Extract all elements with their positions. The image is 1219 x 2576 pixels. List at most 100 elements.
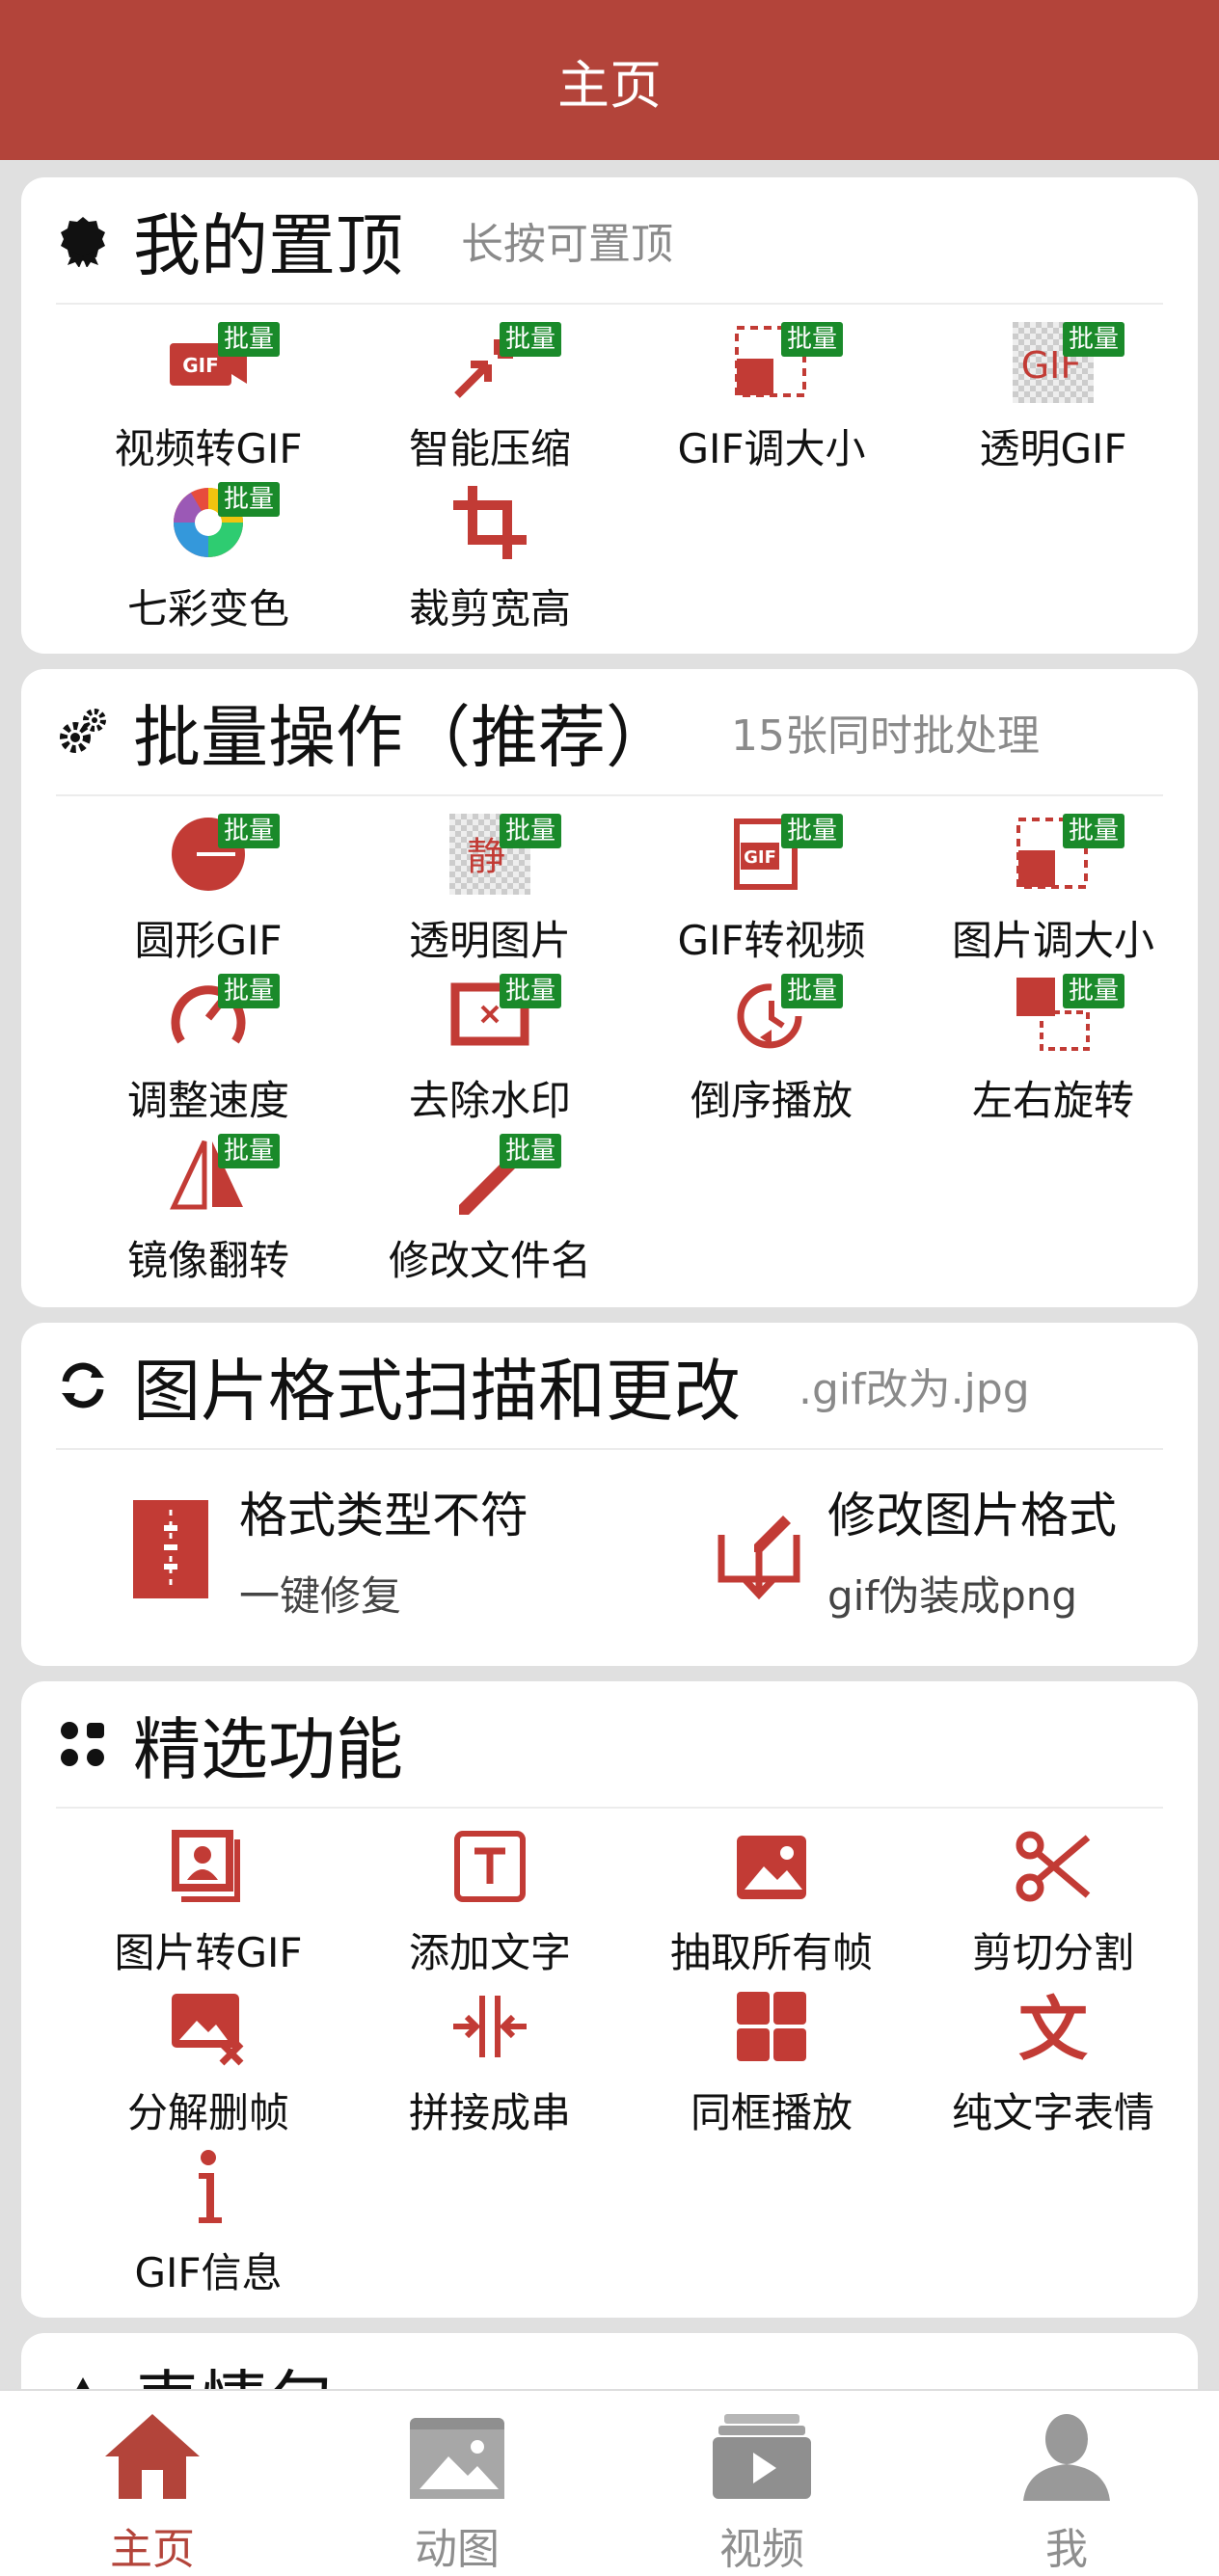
- tile-rename[interactable]: 批量 修改文件名: [349, 1132, 631, 1292]
- tile-extract-frames[interactable]: 抽取所有帧: [631, 1824, 912, 1984]
- bottom-nav: 主页 动图 视频 我: [0, 2389, 1219, 2576]
- image-delete-icon: [172, 1994, 244, 2066]
- tile-label: 添加文字: [408, 1929, 571, 1976]
- nav-videos[interactable]: 视频: [610, 2391, 914, 2576]
- modify-format-item[interactable]: 修改图片格式 gif伪装成png: [610, 1477, 1198, 1623]
- tile-add-text[interactable]: 添加文字: [349, 1824, 631, 1984]
- main-content[interactable]: 我的置顶 长按可置顶 GIF 批量 视频转GIF 批量 智能压缩 批量 GIF调大…: [0, 160, 1219, 2389]
- tile-label: 拼接成串: [408, 2089, 571, 2136]
- batch-badge: 批量: [781, 322, 844, 357]
- section-title: 我的置顶: [133, 205, 403, 285]
- svg-text:GIF: GIF: [182, 354, 219, 377]
- format-header: 图片格式扫描和更改 .gif改为.jpg: [56, 1323, 1163, 1450]
- section-subtitle: 长按可置顶: [461, 220, 673, 269]
- format-mismatch-item[interactable]: 格式类型不符 一键修复: [21, 1477, 610, 1623]
- top-app-bar: 主页: [0, 0, 1219, 160]
- tile-gif-info[interactable]: GIF信息: [68, 2144, 349, 2304]
- tile-label: 图片调大小: [951, 917, 1154, 964]
- tile-gif-to-video[interactable]: GIF 批量 GIF转视频: [631, 812, 912, 972]
- featured-header: 精选功能: [56, 1681, 1163, 1809]
- tile-mirror-flip[interactable]: 批量 镜像翻转: [68, 1132, 349, 1292]
- tile-label: GIF调大小: [677, 425, 866, 472]
- tile-video-to-gif[interactable]: GIF 批量 视频转GIF: [68, 320, 349, 480]
- pinned-grid: GIF 批量 视频转GIF 批量 智能压缩 批量 GIF调大小 GIF 批量 透明G…: [21, 320, 1198, 640]
- format-card: 图片格式扫描和更改 .gif改为.jpg 格式类型不符 一键修复 修改图片格式 …: [21, 1323, 1198, 1666]
- format-row: 格式类型不符 一键修复 修改图片格式 gif伪装成png: [21, 1477, 1198, 1623]
- zip-file-icon: [133, 1500, 208, 1598]
- batch-badge: 批量: [500, 974, 562, 1008]
- tile-transparent-image[interactable]: 静批量 透明图片: [349, 812, 631, 972]
- tile-compress[interactable]: 批量 智能压缩: [349, 320, 631, 480]
- tile-side-by-side[interactable]: 同框播放: [631, 1984, 912, 2144]
- tile-gif-resize[interactable]: 批量 GIF调大小: [631, 320, 912, 480]
- tile-text-emoji[interactable]: 文 纯文字表情: [912, 1984, 1194, 2144]
- batch-badge: 批量: [218, 482, 281, 517]
- tile-label: 纯文字表情: [951, 2089, 1154, 2136]
- batch-badge: 批量: [500, 322, 562, 357]
- refresh-icon: [56, 1358, 110, 1412]
- scissors-icon: [1016, 1831, 1091, 1902]
- batch-badge: 批量: [500, 814, 562, 848]
- video-folder-icon: [713, 2414, 811, 2499]
- tile-image-resize[interactable]: 批量 图片调大小: [912, 812, 1194, 972]
- format-item-title: 修改图片格式: [827, 1488, 1117, 1543]
- tile-reverse-play[interactable]: 批量 倒序播放: [631, 972, 912, 1132]
- tile-label: 分解删帧: [126, 2089, 289, 2136]
- next-card: 表情包: [21, 2333, 1198, 2389]
- tile-label: 同框播放: [690, 2089, 853, 2136]
- award-icon: [56, 213, 110, 267]
- tile-label: GIF转视频: [677, 917, 866, 964]
- featured-grid: 图片转GIF 添加文字 抽取所有帧 剪切分割 分解删帧 拼接成串 同框播放 文 …: [21, 1824, 1198, 2304]
- tile-color-change[interactable]: 批量 七彩变色: [68, 480, 349, 640]
- nav-home[interactable]: 主页: [0, 2391, 305, 2576]
- tile-rotate[interactable]: 批量 左右旋转: [912, 972, 1194, 1132]
- tile-join[interactable]: 拼接成串: [349, 1984, 631, 2144]
- section-title: 批量操作（推荐）: [133, 697, 673, 777]
- tile-speed[interactable]: 批量 调整速度: [68, 972, 349, 1132]
- nav-label: 我: [1045, 2525, 1088, 2574]
- tile-label: 透明图片: [408, 917, 571, 964]
- tile-image-to-gif[interactable]: 图片转GIF: [68, 1824, 349, 1984]
- batch-badge: 批量: [500, 1134, 562, 1168]
- nav-gifs[interactable]: 动图: [305, 2391, 610, 2576]
- pinned-card: 我的置顶 长按可置顶 GIF 批量 视频转GIF 批量 智能压缩 批量 GIF调大…: [21, 177, 1198, 654]
- nav-me[interactable]: 我: [914, 2391, 1219, 2576]
- photos-icon: [172, 1830, 240, 1902]
- edit-download-icon: [718, 1516, 800, 1600]
- batch-badge: 批量: [218, 974, 281, 1008]
- grid-icon: [737, 1992, 806, 2061]
- section-subtitle: 15张同时批处理: [731, 711, 1040, 761]
- nav-label: 视频: [719, 2525, 804, 2574]
- batch-badge: 批量: [781, 814, 844, 848]
- tile-label: 智能压缩: [408, 425, 571, 472]
- batch-badge: 批量: [1063, 322, 1125, 357]
- batch-grid: 批量 圆形GIF 静批量 透明图片 GIF 批量 GIF转视频 批量 图片调大小 …: [21, 812, 1198, 1292]
- tile-delete-frames[interactable]: 分解删帧: [68, 1984, 349, 2144]
- tile-label: 修改文件名: [388, 1237, 591, 1284]
- batch-card: 批量操作（推荐） 15张同时批处理 批量 圆形GIF 静批量 透明图片 GIF 批…: [21, 669, 1198, 1307]
- tile-cut-split[interactable]: 剪切分割: [912, 1824, 1194, 1984]
- tile-label: 视频转GIF: [114, 425, 303, 472]
- featured-card: 精选功能 图片转GIF 添加文字 抽取所有帧 剪切分割 分解删帧 拼接成串 同框…: [21, 1681, 1198, 2318]
- apps-icon: [56, 1717, 110, 1771]
- tile-circle-gif[interactable]: 批量 圆形GIF: [68, 812, 349, 972]
- format-item-title: 格式类型不符: [239, 1488, 528, 1543]
- tile-transparent-gif[interactable]: GIF 批量 透明GIF: [912, 320, 1194, 480]
- profile-icon: [1023, 2414, 1110, 2501]
- format-item-subtitle: 一键修复: [239, 1572, 402, 1620]
- triangle-icon: [56, 2370, 110, 2389]
- info-icon: [199, 2150, 222, 2223]
- batch-header: 批量操作（推荐） 15张同时批处理: [56, 669, 1163, 796]
- batch-badge: 批量: [1063, 814, 1125, 848]
- tile-crop[interactable]: 裁剪宽高: [349, 480, 631, 640]
- nav-label: 动图: [415, 2525, 500, 2574]
- batch-badge: 批量: [1063, 974, 1125, 1008]
- format-item-subtitle: gif伪装成png: [827, 1572, 1078, 1620]
- tile-label: 倒序播放: [690, 1077, 853, 1124]
- home-icon: [105, 2414, 200, 2499]
- tile-label: 左右旋转: [971, 1077, 1134, 1124]
- text-box-icon: [454, 1831, 526, 1902]
- gallery-folder-icon: [410, 2418, 504, 2499]
- tile-remove-watermark[interactable]: 批量 去除水印: [349, 972, 631, 1132]
- tile-label: GIF信息: [134, 2249, 283, 2296]
